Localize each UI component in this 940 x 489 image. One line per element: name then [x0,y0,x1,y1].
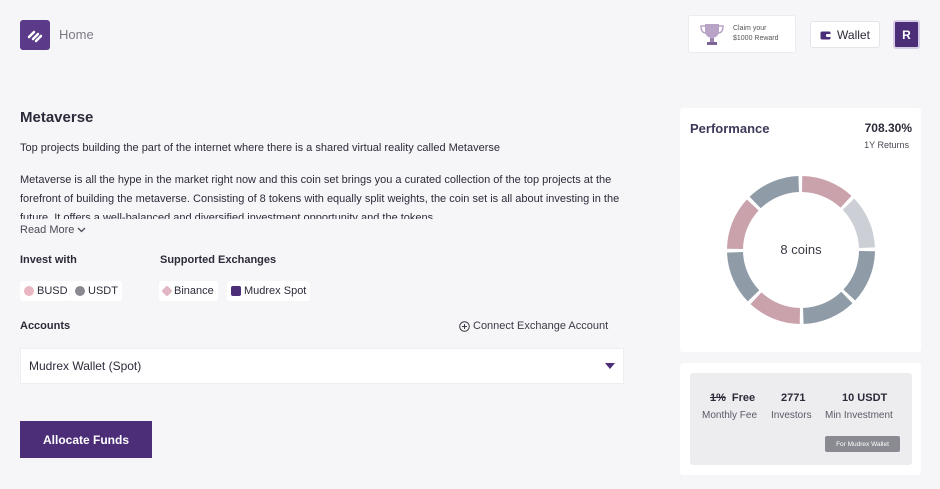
stats-card: 1% Free Monthly Fee 2771 Investors 10 USD… [680,363,921,475]
stats-panel: 1% Free Monthly Fee 2771 Investors 10 USD… [690,373,912,465]
exchange-option-label: Binance [174,285,214,297]
chain-link-icon [27,30,43,43]
performance-title: Performance [690,121,770,136]
wallet-icon [820,31,832,39]
user-avatar[interactable]: R [893,20,920,49]
min-investment-value: 10 USDT [842,392,888,404]
donut-segment[interactable] [843,250,875,301]
old-fee: 1% [710,392,726,404]
chevron-down-icon [77,227,86,233]
new-fee: Free [731,392,756,404]
reward-line-1: Claim your [733,25,767,32]
donut-segment[interactable] [750,292,801,324]
connect-exchange-label: Connect Exchange Account [473,320,609,332]
invest-option-busd: BUSD [20,281,72,301]
mudrex-logo[interactable] [20,20,50,50]
monthly-fee-value: 1% Free [710,392,755,404]
allocate-funds-button[interactable]: Allocate Funds [20,421,152,458]
dropdown-caret-icon [605,363,615,369]
reward-line-2: $1000 Reward [733,35,779,42]
wallet-label: Wallet [837,27,870,42]
usdt-icon [75,286,85,296]
donut-segment[interactable] [802,291,853,324]
coinset-description: Metaverse is all the hype in the market … [20,174,620,219]
coins-donut-chart: 8 coins [727,176,875,324]
min-investment-label: Min Investment [825,410,893,421]
binance-icon [161,285,173,297]
invest-option-usdt: USDT [71,281,122,301]
account-selected-value: Mudrex Wallet (Spot) [29,359,142,373]
busd-icon [24,286,34,296]
invest-with-label: Invest with [20,254,77,266]
donut-segment[interactable] [727,251,760,302]
exchange-option-label: Mudrex Spot [244,285,307,297]
trophy-icon [700,24,724,45]
invest-option-label: USDT [88,285,118,297]
donut-segment[interactable] [749,176,800,209]
mudrex-wallet-tag: For Mudrex Wallet [825,436,900,452]
investors-value: 2771 [781,392,806,404]
home-link[interactable]: Home [59,27,94,42]
coinset-title: Metaverse [20,109,94,126]
accounts-label: Accounts [20,320,71,332]
supported-exchanges-label: Supported Exchanges [160,254,277,266]
exchange-option-mudrex-spot: Mudrex Spot [227,281,311,301]
performance-card: Performance 708.30% 1Y Returns 8 coins [680,108,921,352]
performance-subtitle: 1Y Returns [864,140,909,150]
plus-circle-icon [459,320,470,332]
donut-center-label: 8 coins [780,242,822,257]
claim-reward-banner[interactable]: Claim your $1000 Reward [688,15,796,53]
mudrex-icon [231,286,241,296]
invest-option-label: BUSD [37,285,68,297]
connect-exchange-button[interactable]: Connect Exchange Account [459,320,608,332]
read-more-label: Read More [20,224,75,236]
account-select[interactable]: Mudrex Wallet (Spot) [20,348,624,384]
coinset-subtitle: Top projects building the part of the in… [20,142,500,154]
wallet-button[interactable]: Wallet [810,21,880,48]
donut-segment[interactable] [842,198,875,249]
donut-segment[interactable] [801,176,852,208]
donut-segment[interactable] [727,199,759,250]
monthly-fee-label: Monthly Fee [702,410,758,421]
investors-label: Investors [771,410,812,421]
performance-value: 708.30% [864,121,912,135]
exchange-option-binance: Binance [159,281,218,301]
read-more-link[interactable]: Read More [20,224,86,236]
